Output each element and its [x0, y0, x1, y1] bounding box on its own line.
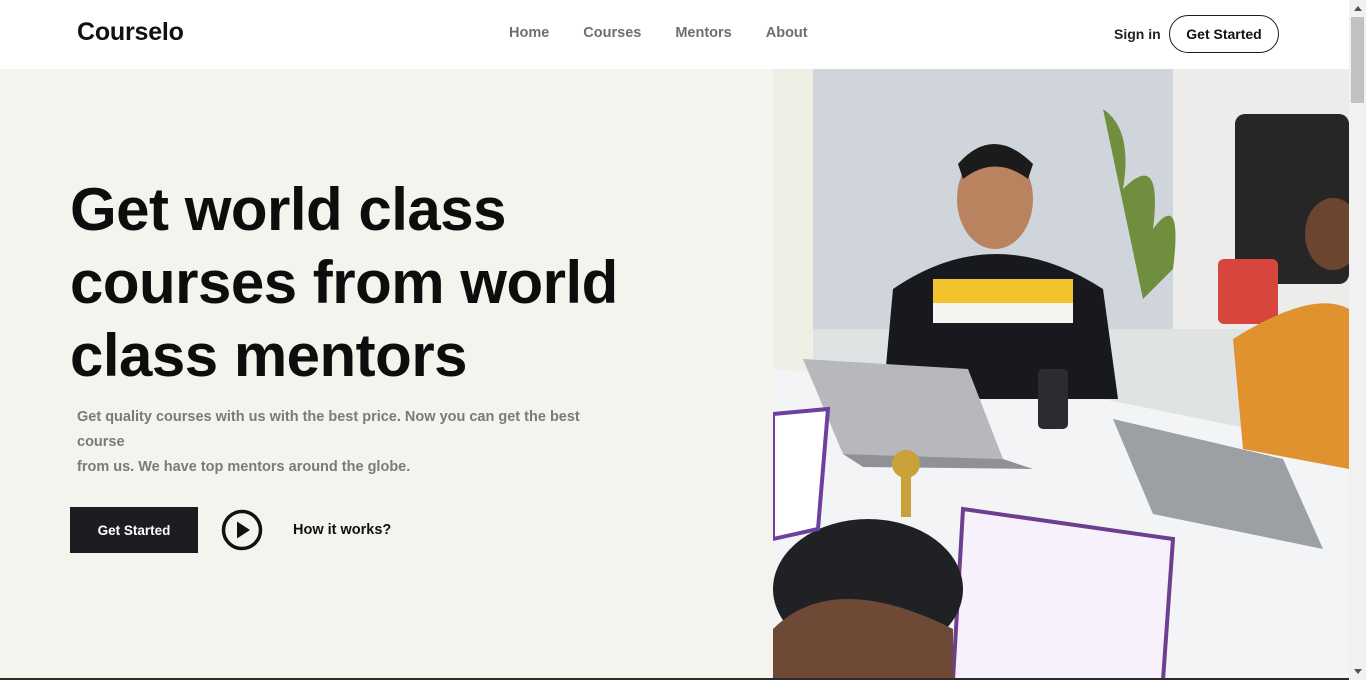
play-circle-icon[interactable]: [221, 509, 263, 551]
header-get-started-button[interactable]: Get Started: [1169, 15, 1279, 53]
hero-get-started-button[interactable]: Get Started: [70, 507, 198, 553]
hero-subtext: Get quality courses with us with the bes…: [77, 405, 597, 480]
subtext-line: Get quality courses with us with the bes…: [77, 409, 580, 450]
sign-in-link[interactable]: Sign in: [1114, 26, 1161, 42]
how-it-works-link[interactable]: How it works?: [293, 522, 391, 538]
headline-line: class mentors: [70, 322, 468, 389]
hero-section: Get world class courses from world class…: [0, 69, 773, 680]
nav-about-link[interactable]: About: [766, 25, 808, 41]
scroll-down-arrow-icon[interactable]: [1349, 663, 1366, 680]
headline-line: Get world class: [70, 176, 507, 243]
nav-mentors-link[interactable]: Mentors: [675, 25, 731, 41]
nav-home-link[interactable]: Home: [509, 25, 549, 41]
page-scrollbar[interactable]: [1349, 0, 1366, 680]
site-header: Courselo Home Courses Mentors About Sign…: [0, 0, 1349, 69]
hero-photo: [773, 69, 1349, 680]
logo[interactable]: Courselo: [77, 18, 184, 47]
subtext-line: from us. We have top mentors around the …: [77, 459, 411, 475]
scrollbar-thumb[interactable]: [1351, 17, 1364, 103]
scroll-up-arrow-icon[interactable]: [1349, 0, 1366, 17]
nav-courses-link[interactable]: Courses: [583, 25, 641, 41]
main-nav: Home Courses Mentors About: [509, 25, 842, 41]
hero-headline: Get world class courses from world class…: [70, 173, 690, 392]
headline-line: courses from world: [70, 249, 618, 316]
